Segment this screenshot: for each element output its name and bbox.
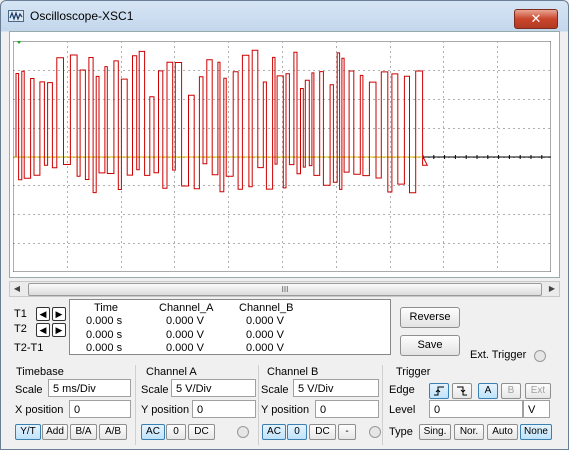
header-channel-b: Channel_B (239, 302, 294, 314)
mode-ab-button[interactable]: A/B (99, 424, 127, 440)
channel-a-scale-field[interactable]: 5 V/Div (171, 379, 256, 397)
type-label: Type (389, 426, 413, 438)
edge-label: Edge (389, 384, 415, 396)
channel-a-y-position-field[interactable]: 0 (192, 400, 256, 418)
header-time: Time (94, 302, 119, 314)
t2-left-arrow-icon[interactable]: ◀ (36, 323, 50, 337)
trigger-level-unit[interactable]: V (523, 400, 550, 418)
t2t1-channel-b: 0.000 V (246, 342, 284, 354)
channel-b-y-position-field[interactable]: 0 (315, 400, 379, 418)
t2-right-arrow-icon[interactable]: ▶ (52, 323, 66, 337)
scroll-right-icon[interactable]: ▶ (545, 282, 559, 296)
level-label: Level (389, 404, 416, 416)
separator (258, 365, 259, 445)
ext-trigger-terminal[interactable] (534, 350, 546, 362)
t2t1-time: 0.000 s (86, 342, 123, 354)
t2-channel-b: 0.000 V (246, 329, 284, 341)
timebase-scale-label: Scale (15, 384, 43, 396)
trigger-title: Trigger (396, 366, 431, 378)
mode-yt-button[interactable]: Y/T (15, 424, 41, 440)
channel-a-zero-button[interactable]: 0 (166, 424, 186, 440)
trigger-none-button[interactable]: None (520, 424, 552, 440)
trigger-auto-button[interactable]: Auto (487, 424, 518, 440)
channel-b-ac-button[interactable]: AC (262, 424, 286, 440)
t1-channel-a: 0.000 V (166, 315, 204, 327)
x-position-field[interactable]: 0 (69, 400, 131, 418)
window-title: Oscilloscope-XSC1 (30, 9, 134, 23)
rising-edge-icon[interactable] (429, 383, 449, 399)
scroll-left-icon[interactable]: ◀ (10, 282, 24, 296)
header-channel-a: Channel_A (159, 302, 214, 314)
t1-time: 0.000 s (86, 315, 123, 327)
channel-a-scale-label: Scale (141, 384, 169, 396)
mode-ba-button[interactable]: B/A (70, 424, 97, 440)
channel-b-title: Channel B (267, 366, 319, 378)
oscilloscope-window: Oscilloscope-XSC1 ✕ ◀ III ▶ T1 ◀ ▶ T2 ◀ … (0, 0, 569, 450)
close-button[interactable]: ✕ (514, 9, 558, 29)
channel-b-dc-button[interactable]: DC (309, 424, 336, 440)
channel-a-terminal[interactable] (237, 426, 249, 438)
separator (135, 365, 136, 445)
channel-b-zero-button[interactable]: 0 (287, 424, 307, 440)
x-position-label: X position (15, 404, 64, 416)
scroll-thumb[interactable]: III (28, 283, 542, 296)
t2-channel-a: 0.000 V (166, 329, 204, 341)
channel-a-ac-button[interactable]: AC (141, 424, 165, 440)
ext-trigger-label: Ext. Trigger (470, 349, 527, 361)
timebase-title: Timebase (16, 366, 64, 378)
t2-time: 0.000 s (86, 329, 123, 341)
channel-a-title: Channel A (146, 366, 197, 378)
t1-label: T1 (14, 308, 27, 320)
scope-display[interactable] (13, 41, 551, 272)
trigger-single-button[interactable]: Sing. (419, 424, 451, 440)
trigger-normal-button[interactable]: Nor. (454, 424, 484, 440)
oscilloscope-icon (8, 10, 24, 22)
cursor-readout-table: Time Channel_A Channel_B 0.000 s 0.000 V… (69, 299, 391, 355)
channel-a-y-position-label: Y position (141, 404, 190, 416)
trigger-source-b-button[interactable]: B (501, 383, 521, 399)
channel-b-invert-button[interactable]: - (338, 424, 356, 440)
title-bar[interactable]: Oscilloscope-XSC1 ✕ (1, 1, 568, 31)
trigger-source-ext-button[interactable]: Ext (525, 383, 551, 399)
trigger-level-field[interactable]: 0 (429, 400, 523, 418)
mode-add-button[interactable]: Add (42, 424, 68, 440)
falling-edge-icon[interactable] (452, 383, 472, 399)
cursor-controls: T1 ◀ ▶ T2 ◀ ▶ T2-T1 (9, 299, 67, 355)
t1-right-arrow-icon[interactable]: ▶ (52, 307, 66, 321)
horizontal-scrollbar[interactable]: ◀ III ▶ (9, 281, 560, 297)
channel-b-scale-field[interactable]: 5 V/Div (293, 379, 379, 397)
save-button[interactable]: Save (400, 335, 460, 356)
t2-label: T2 (14, 323, 27, 335)
reverse-button[interactable]: Reverse (400, 307, 460, 328)
trigger-source-a-button[interactable]: A (478, 383, 498, 399)
t1-channel-b: 0.000 V (246, 315, 284, 327)
channel-b-y-position-label: Y position (261, 404, 310, 416)
timebase-scale-field[interactable]: 5 ms/Div (48, 379, 131, 397)
channel-a-dc-button[interactable]: DC (188, 424, 215, 440)
t2t1-channel-a: 0.000 V (166, 342, 204, 354)
t1-left-arrow-icon[interactable]: ◀ (36, 307, 50, 321)
channel-b-scale-label: Scale (261, 384, 289, 396)
t2-t1-label: T2-T1 (14, 342, 44, 354)
channel-b-terminal[interactable] (369, 426, 381, 438)
separator (382, 365, 383, 445)
